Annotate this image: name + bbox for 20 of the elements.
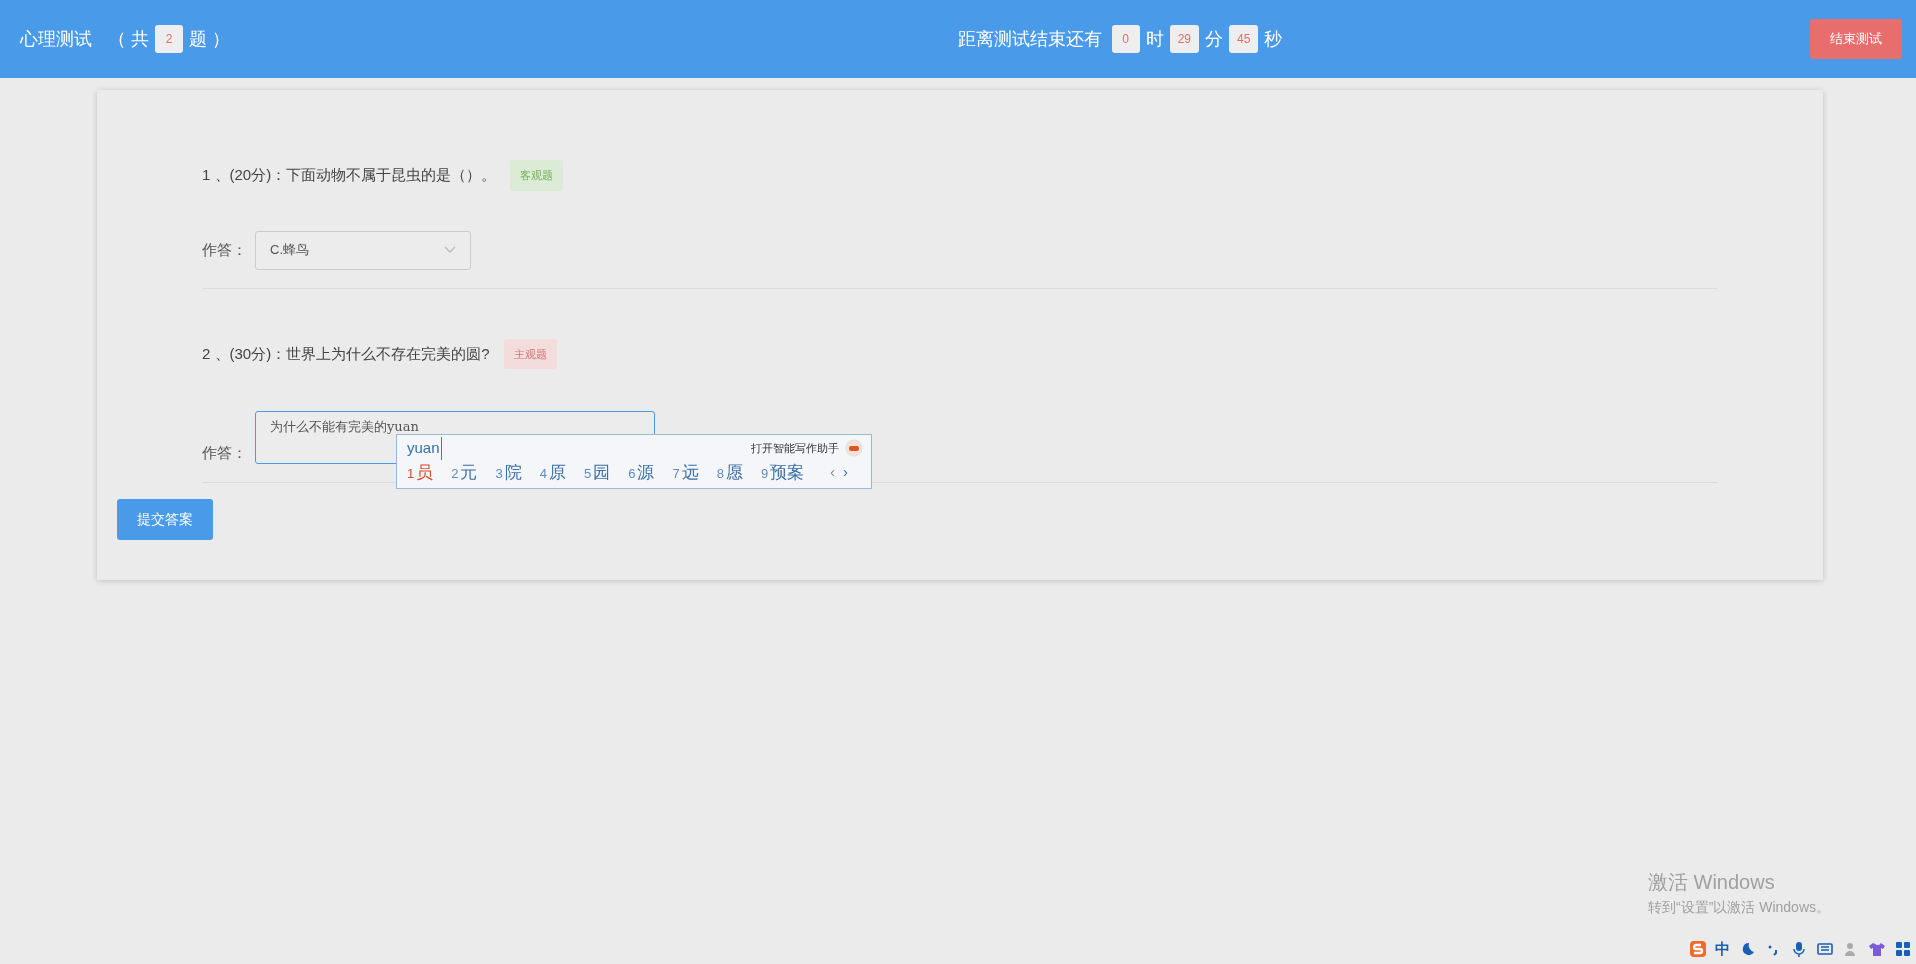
timer-unit: 秒 <box>1264 27 1283 51</box>
question-type-tag: 客观题 <box>510 160 564 191</box>
timer-value: 0 <box>1111 25 1140 53</box>
answer-label: 作答： <box>202 442 247 463</box>
timer-unit: 时 <box>1145 27 1164 51</box>
question-text: 1 、(20分)：下面动物不属于昆虫的是（）。 <box>202 165 497 185</box>
timer-label: 距离测试结束还有 <box>957 27 1102 51</box>
count-label: 题 ） <box>189 27 231 51</box>
page-title: 心理测试 <box>20 27 92 51</box>
timer-value: 45 <box>1229 25 1259 53</box>
activation-title: 激活 Windows <box>1648 870 1776 895</box>
timer-unit: 分 <box>1205 27 1223 51</box>
question-type-tag: 主观题 <box>503 338 557 369</box>
timer-value: 29 <box>1169 25 1199 53</box>
composition-text: yuan <box>407 437 442 460</box>
activation-hint: 转到“设置”以激活 Windows。 <box>1648 898 1830 917</box>
answer-label: 作答： <box>202 239 247 260</box>
count-label: （ 共 <box>108 27 149 51</box>
question-text: 2 、(30分)：世界上为什么不存在完美的圆? <box>202 343 490 364</box>
question-count: 2 <box>155 25 183 53</box>
